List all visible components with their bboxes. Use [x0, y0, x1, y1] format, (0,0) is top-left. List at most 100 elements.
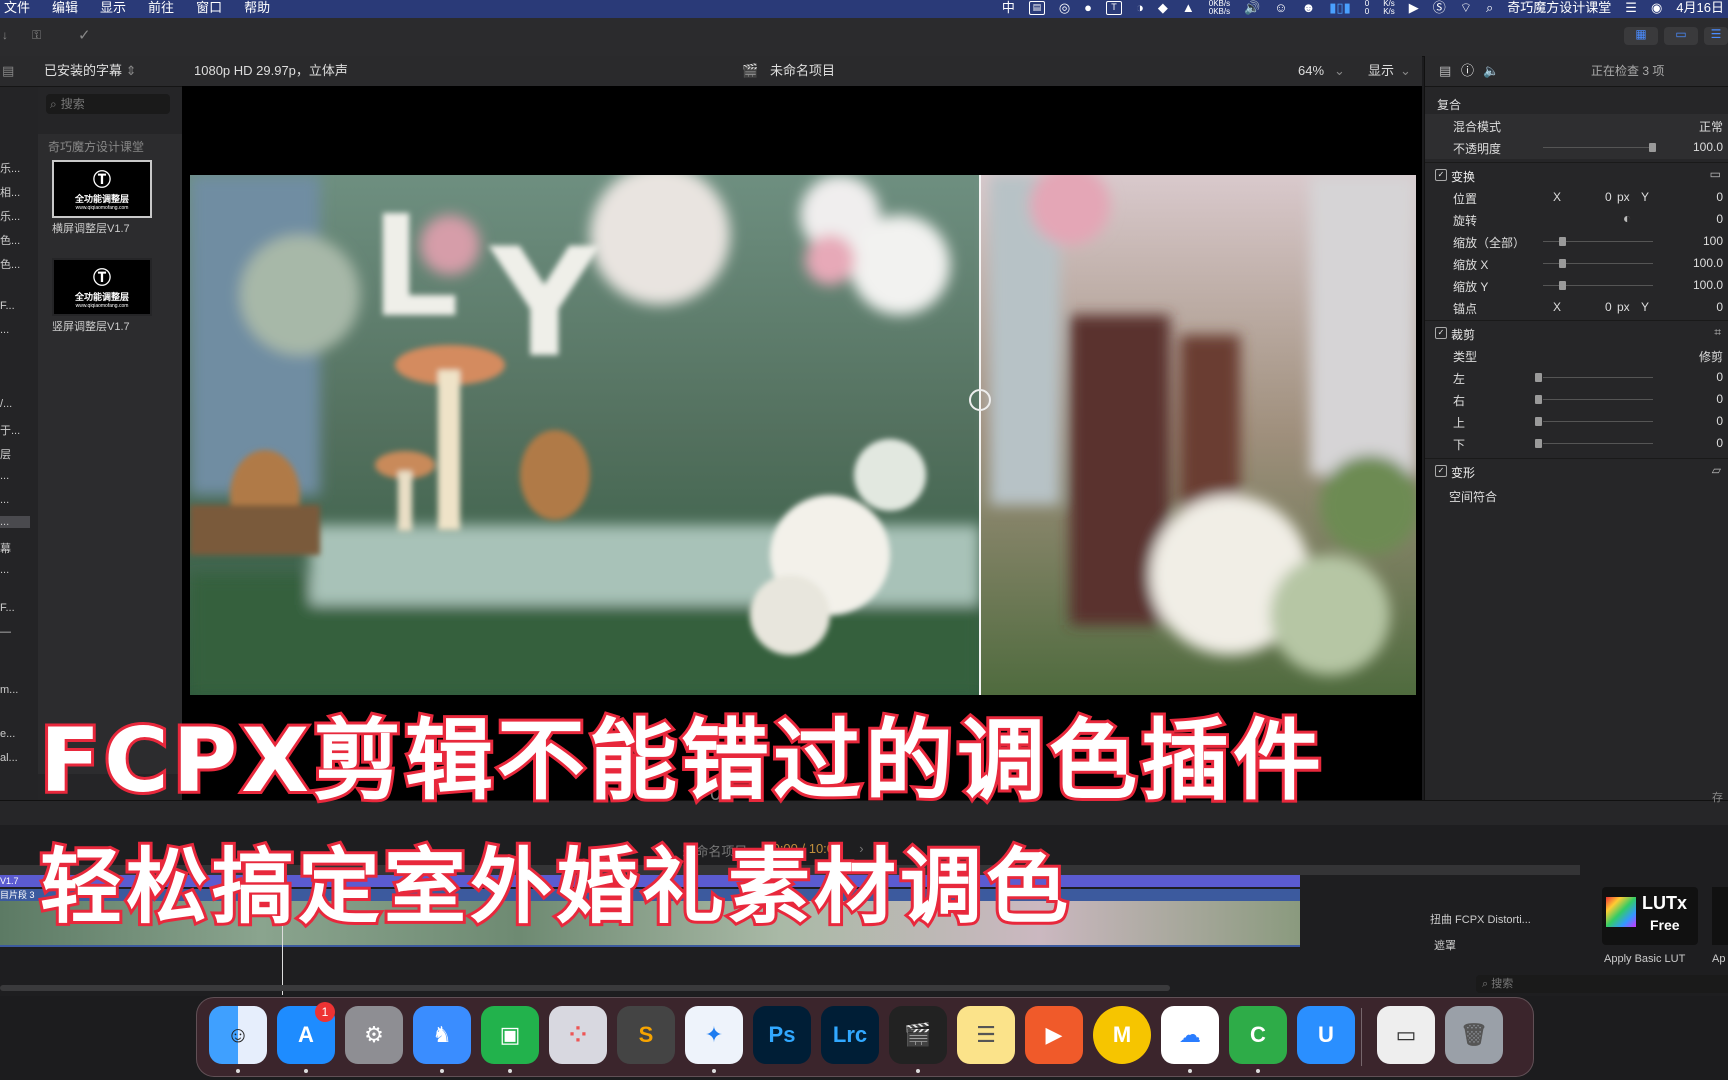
- crop-left-value[interactable]: 0: [1716, 370, 1723, 384]
- cc-icon[interactable]: ◎: [1059, 0, 1070, 16]
- rotation-row[interactable]: 旋转 ◐ 0: [1425, 208, 1728, 231]
- crop-bottom-row[interactable]: 下0: [1425, 432, 1728, 455]
- sublime-icon[interactable]: S: [617, 1006, 675, 1064]
- scale-all-value[interactable]: 100: [1703, 234, 1723, 248]
- title-label[interactable]: 竖屏调整层V1.7: [52, 318, 130, 334]
- crop-checkbox[interactable]: ✓: [1435, 327, 1447, 339]
- anchor-y-value[interactable]: 0: [1716, 300, 1723, 314]
- lutx-effect-label[interactable]: Apply Basic LUT: [1604, 953, 1685, 965]
- transform-onscreen-icon[interactable]: ▭: [1710, 167, 1721, 181]
- layout-browser-icon[interactable]: ▦: [1624, 27, 1658, 45]
- crop-bottom-value[interactable]: 0: [1716, 436, 1723, 450]
- library-item[interactable]: al...: [0, 752, 18, 764]
- key-icon[interactable]: ⚿: [32, 28, 41, 43]
- photoshop-icon[interactable]: Ps: [753, 1006, 811, 1064]
- distort-section[interactable]: ✓ 变形 ▱: [1425, 458, 1728, 483]
- menu-help[interactable]: 帮助: [244, 0, 270, 16]
- audio-icon[interactable]: 🔈: [1483, 56, 1499, 86]
- library-item[interactable]: m...: [0, 684, 18, 696]
- camtasia-icon[interactable]: C: [1229, 1006, 1287, 1064]
- smile-icon[interactable]: ☻: [1302, 0, 1316, 16]
- crop-left-slider[interactable]: [1543, 377, 1653, 378]
- opacity-slider[interactable]: [1543, 147, 1653, 148]
- chevron-updown-icon[interactable]: ⇕: [126, 63, 137, 78]
- safari-icon[interactable]: ✦: [685, 1006, 743, 1064]
- library-item[interactable]: 于...: [0, 422, 20, 438]
- info-icon[interactable]: ⓘ: [1461, 56, 1474, 86]
- blend-mode-value[interactable]: 正常: [1699, 118, 1723, 135]
- browser-search[interactable]: ⌕ 搜索: [46, 94, 170, 114]
- import-icon[interactable]: ↓: [2, 28, 8, 42]
- title-label[interactable]: 横屏调整层V1.7: [52, 220, 130, 236]
- spatial-conform-row[interactable]: 空间符合: [1425, 484, 1728, 507]
- menu-window[interactable]: 窗口: [196, 0, 222, 16]
- library-item[interactable]: ...: [0, 470, 9, 482]
- timeline-scrollbar[interactable]: [0, 985, 1170, 991]
- trash-icon[interactable]: 🗑: [1445, 1006, 1503, 1064]
- baidu-netdisk-icon[interactable]: ☁: [1161, 1006, 1219, 1064]
- miaoyan-icon[interactable]: M: [1093, 1006, 1151, 1064]
- library-item[interactable]: /...: [0, 398, 12, 410]
- opacity-row[interactable]: 不透明度 100.0: [1425, 136, 1728, 159]
- scale-all-knob[interactable]: [1559, 237, 1566, 246]
- crop-right-value[interactable]: 0: [1716, 392, 1723, 406]
- opacity-value[interactable]: 100.0: [1693, 140, 1723, 154]
- library-item[interactable]: 色...: [0, 256, 20, 272]
- crop-bottom-knob[interactable]: [1535, 439, 1542, 448]
- text-icon[interactable]: T: [1106, 1, 1123, 15]
- library-item[interactable]: —: [0, 626, 11, 638]
- effect-thumbnail-partial[interactable]: [1712, 887, 1728, 945]
- input-method-indicator[interactable]: 中: [1002, 0, 1015, 16]
- position-x-value[interactable]: 0: [1605, 190, 1612, 204]
- menubar-user[interactable]: 奇巧魔方设计课堂: [1507, 0, 1611, 16]
- scale-y-row[interactable]: 缩放 Y 100.0: [1425, 274, 1728, 297]
- anchor-x-value[interactable]: 0: [1605, 300, 1612, 314]
- scale-y-value[interactable]: 100.0: [1693, 278, 1723, 292]
- mask-label[interactable]: 遮罩: [1434, 937, 1456, 953]
- video-inspector-icon[interactable]: ▤: [1439, 56, 1451, 86]
- transform-section[interactable]: ✓ 变换 ▭: [1425, 162, 1728, 187]
- s-icon[interactable]: Ⓢ: [1433, 0, 1446, 16]
- crop-right-slider[interactable]: [1543, 399, 1653, 400]
- lutx-effect-thumbnail[interactable]: LUTx Free: [1602, 887, 1698, 945]
- library-item[interactable]: 相...: [0, 184, 20, 200]
- rotation-value[interactable]: 0: [1716, 212, 1723, 226]
- video-frame[interactable]: L Y: [190, 175, 1416, 695]
- title-thumbnail[interactable]: Ⓣ 全功能调整层 www.qiqiaomofang.com: [52, 258, 152, 316]
- save-button[interactable]: 存: [1712, 789, 1723, 805]
- finder-icon[interactable]: ☺: [209, 1006, 267, 1064]
- menubar-date[interactable]: 4月16日: [1676, 0, 1724, 16]
- notes-icon[interactable]: ☰: [957, 1006, 1015, 1064]
- library-item[interactable]: F...: [0, 602, 15, 614]
- notification-icon[interactable]: ●: [1084, 0, 1092, 16]
- layout-timeline-icon[interactable]: ▭: [1664, 27, 1698, 45]
- menu-file[interactable]: 文件: [4, 0, 30, 16]
- crop-bottom-slider[interactable]: [1543, 443, 1653, 444]
- library-item[interactable]: ...: [0, 564, 9, 576]
- lightroom-icon[interactable]: Lrc: [821, 1006, 879, 1064]
- crop-section[interactable]: ✓ 裁剪 ⌗: [1425, 320, 1728, 345]
- crop-top-row[interactable]: 上0: [1425, 410, 1728, 433]
- final-cut-icon[interactable]: 🎬: [889, 1006, 947, 1064]
- distort-onscreen-icon[interactable]: ▱: [1712, 463, 1721, 477]
- screenshot-icon[interactable]: ▭: [1377, 1006, 1435, 1064]
- chevron-down-icon[interactable]: ⌄: [1400, 56, 1411, 86]
- crop-top-slider[interactable]: [1543, 421, 1653, 422]
- crop-type-value[interactable]: 修剪: [1699, 348, 1723, 365]
- clock-icon[interactable]: ◑: [1136, 0, 1144, 16]
- tool-icon[interactable]: ◆: [1158, 0, 1168, 16]
- position-row[interactable]: 位置 X 0 px Y 0: [1425, 186, 1728, 209]
- film-icon[interactable]: ▤: [1028, 1, 1045, 15]
- library-item[interactable]: ...: [0, 494, 9, 506]
- crop-top-value[interactable]: 0: [1716, 414, 1723, 428]
- crop-top-knob[interactable]: [1535, 417, 1542, 426]
- search-icon[interactable]: ⌕: [1486, 0, 1493, 16]
- layout-inspector-icon[interactable]: ☰: [1704, 27, 1728, 45]
- scale-x-value[interactable]: 100.0: [1693, 256, 1723, 270]
- crop-type-row[interactable]: 类型 修剪: [1425, 344, 1728, 367]
- scale-x-row[interactable]: 缩放 X 100.0: [1425, 252, 1728, 275]
- chevron-down-icon[interactable]: ⌄: [1334, 56, 1345, 86]
- launchpad-icon[interactable]: ⁘: [549, 1006, 607, 1064]
- face-icon[interactable]: ☺: [1274, 0, 1287, 16]
- wechat-icon[interactable]: ▣: [481, 1006, 539, 1064]
